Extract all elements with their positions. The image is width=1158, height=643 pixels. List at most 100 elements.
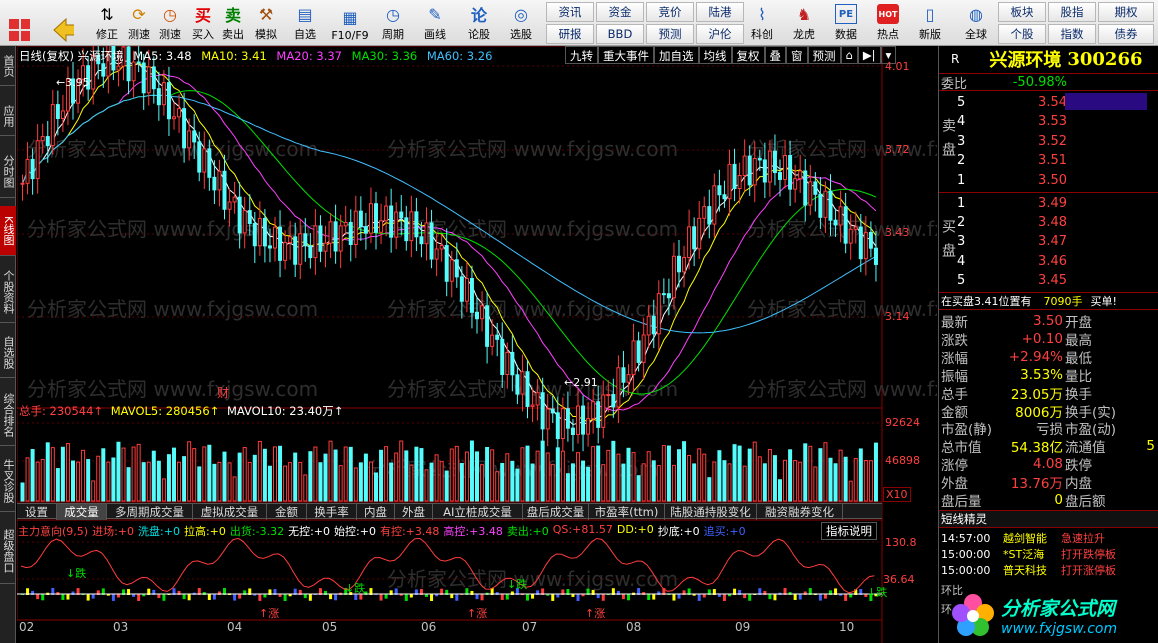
tab-rongzi[interactable]: 融资融券变化	[757, 504, 843, 520]
sell-level-row[interactable]: 2 3.51	[957, 152, 1157, 170]
menu-jia-zixuan[interactable]: 加自选	[654, 46, 699, 64]
qiquan-button[interactable]: 期权	[1098, 2, 1154, 22]
indicator-bar	[773, 594, 777, 601]
yuce-button[interactable]: 预测	[646, 24, 694, 44]
nav-kline[interactable]: K线图	[0, 206, 16, 256]
buy-level-row[interactable]: 1 3.49	[957, 194, 1157, 212]
level-price: 3.45	[1038, 273, 1067, 289]
buy-button[interactable]: 买买入	[188, 1, 218, 45]
volume-scale[interactable]: X10	[883, 487, 911, 502]
tab-xuni[interactable]: 虚拟成交量	[193, 504, 267, 520]
event-mark[interactable]: 财	[217, 384, 229, 401]
nav-yingyong[interactable]: 应用	[0, 96, 16, 136]
sell-level-row[interactable]: 4 3.53	[957, 113, 1157, 131]
tab-lugutong[interactable]: 陆股通持股变化	[665, 504, 757, 520]
jingjia-button[interactable]: 竞价	[646, 2, 694, 22]
shuju-button[interactable]: PE 数据	[828, 1, 864, 45]
candle-body	[55, 104, 60, 120]
sell-level-row[interactable]: 1 3.50	[957, 171, 1157, 189]
ma30-label: MA30: 3.36	[351, 49, 418, 63]
lugang-button[interactable]: 陆港	[696, 2, 744, 22]
ind-key: 始控:	[334, 525, 360, 538]
sell-button[interactable]: 卖卖出	[218, 1, 248, 45]
candle-body	[45, 136, 50, 147]
yanbao-button[interactable]: 研报	[546, 24, 594, 44]
huaxian-button[interactable]: ✎ 画线	[418, 1, 452, 45]
tab-panhou[interactable]: 盘后成交量	[523, 504, 589, 520]
short-row[interactable]: 15:00:00 普天科技 打开涨停板	[939, 561, 1158, 579]
tab-duozhouqi[interactable]: 多周期成交量	[107, 504, 193, 520]
xuangu-button[interactable]: ◎ 选股	[504, 1, 538, 45]
nav-niucha-zhengu[interactable]: 牛叉诊股	[0, 450, 16, 512]
redian-button[interactable]: HOT 热点	[870, 1, 906, 45]
lunzheng-button[interactable]: 论论股	[462, 1, 496, 45]
nav-label: K线图	[2, 215, 15, 246]
next-icon[interactable]: ▶|	[857, 46, 881, 64]
candle-body	[389, 205, 394, 238]
nav-chaoji-pankou[interactable]: 超级盘口	[0, 518, 16, 584]
zixun-button[interactable]: 资讯	[546, 2, 594, 22]
candle-body	[172, 116, 176, 120]
back-button[interactable]	[46, 1, 80, 45]
quanqiu-button[interactable]: ◍ 全球	[956, 1, 996, 45]
xiuzheng-button[interactable]: ⇅ 修正	[90, 1, 124, 45]
chart-area[interactable]: 分析家公式网 www.fxjgsw.com 分析家公式网 www.fxjgsw.c…	[17, 46, 937, 643]
longhu-button[interactable]: ♞ 龙虎	[786, 1, 822, 45]
gegu-button[interactable]: 个股	[998, 24, 1046, 44]
mosaic-button[interactable]	[2, 1, 36, 45]
nav-label: 综合排名	[2, 392, 15, 437]
tab-chengjiaoliang[interactable]: 成交量	[57, 504, 107, 520]
kechuang-button[interactable]: ⌇ 科创	[744, 1, 780, 45]
f10-button[interactable]: ▦ F10/F9	[328, 1, 372, 45]
moni-button[interactable]: ⚒ 模拟	[250, 1, 282, 45]
tab-waipan[interactable]: 外盘	[395, 504, 433, 520]
volume-tick: 92624	[885, 416, 920, 429]
bbd-button[interactable]: BBD	[596, 24, 644, 44]
nav-zixuan[interactable]: 自选股	[0, 328, 16, 378]
buy-level-row[interactable]: 5 3.45	[957, 272, 1157, 290]
zhouqi-button[interactable]: ◷ 周期	[376, 1, 410, 45]
chart-svg[interactable]: 分析家公式网 www.fxjgsw.com 分析家公式网 www.fxjgsw.c…	[17, 46, 937, 643]
bankuai-button[interactable]: 板块	[998, 2, 1046, 22]
xinban-button[interactable]: ▯ 新版	[912, 1, 948, 45]
menu-jiuzhuan[interactable]: 九转	[565, 46, 598, 64]
nav-gegu-ziliao[interactable]: 个股资料	[0, 261, 16, 323]
menu-die[interactable]: 叠	[764, 46, 786, 64]
nav-shouye[interactable]: 首页	[0, 46, 16, 86]
menu-yuce[interactable]: 预测	[807, 46, 841, 64]
buy-level-row[interactable]: 2 3.48	[957, 213, 1157, 231]
zhishu-button[interactable]: 指数	[1048, 24, 1096, 44]
menu-junxian[interactable]: 均线	[698, 46, 732, 64]
zijin-button[interactable]: 资金	[596, 2, 644, 22]
ceshu-button[interactable]: ⟳ 测速	[122, 1, 156, 45]
nav-zonghe-paiming[interactable]: 综合排名	[0, 384, 16, 446]
nav-fenshi[interactable]: 分时图	[0, 146, 16, 198]
tab-neipan[interactable]: 内盘	[357, 504, 395, 520]
level-number: 3	[957, 133, 966, 149]
sell-level-row[interactable]: 3 3.52	[957, 132, 1157, 150]
indicator-bar	[61, 594, 65, 600]
candle-body	[257, 217, 262, 247]
notice-action[interactable]: 买单!	[1091, 293, 1117, 309]
lock-icon[interactable]: ⌂	[840, 46, 858, 64]
zhaiquan-button[interactable]: 债券	[1098, 24, 1154, 44]
indicator-bar	[111, 594, 115, 601]
menu-chuang[interactable]: 窗	[786, 46, 808, 64]
buy-level-row[interactable]: 3 3.47	[957, 233, 1157, 251]
indicator-help-button[interactable]: 指标说明	[821, 522, 877, 540]
buy-level-row[interactable]: 4 3.46	[957, 252, 1157, 270]
zixuan-button[interactable]: ▤ 自选	[288, 1, 322, 45]
guzhi-button[interactable]: 股指	[1048, 2, 1096, 22]
tab-shiyinglv[interactable]: 市盈率(ttm)	[589, 504, 665, 520]
tab-jine[interactable]: 金额	[267, 504, 307, 520]
volume-bar	[480, 464, 485, 502]
tab-huanshou[interactable]: 换手率	[307, 504, 357, 520]
hulun-button[interactable]: 沪伦	[696, 24, 744, 44]
tab-ai[interactable]: AI立桩成交量	[433, 504, 523, 520]
ceshu-clock-button[interactable]: ◷ 测速	[153, 1, 187, 45]
indicator-bar	[258, 594, 262, 601]
tab-shezhi[interactable]: 设置	[17, 504, 57, 520]
menu-fuquan[interactable]: 复权	[731, 46, 765, 64]
candle-body	[353, 210, 358, 245]
menu-zhongda-shijian[interactable]: 重大事件	[598, 46, 654, 64]
